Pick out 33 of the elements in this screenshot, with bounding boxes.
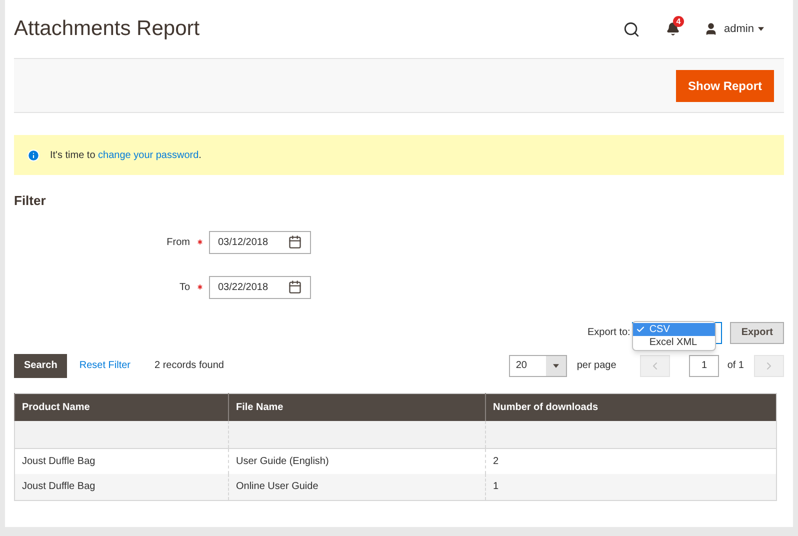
field-label: From: [166, 236, 190, 250]
user-icon: [704, 22, 718, 36]
search-icon[interactable]: [623, 20, 640, 38]
page-number-field[interactable]: 1: [689, 354, 720, 376]
calendar-icon[interactable]: [288, 235, 302, 249]
export-label: Export to:: [588, 326, 630, 340]
show-report-button[interactable]: Show Report: [676, 70, 774, 102]
calendar-icon[interactable]: [288, 280, 302, 294]
table-cell: 1: [486, 474, 776, 500]
user-menu[interactable]: admin: [724, 20, 764, 38]
notice-message: It's time to change your password.: [50, 148, 202, 162]
caret-icon: [552, 364, 559, 368]
change-password-link[interactable]: change your password: [98, 150, 199, 160]
per-page-select[interactable]: 20: [508, 354, 567, 376]
table-cell: Joust Duffle Bag: [14, 474, 228, 500]
per-page-label: per page: [576, 359, 616, 373]
check-icon: [636, 324, 646, 334]
bell-icon[interactable]: [666, 22, 680, 36]
total-pages: of 1: [727, 359, 744, 373]
records-count: 2 records found: [154, 359, 225, 373]
reset-filter-link[interactable]: Reset Filter: [79, 358, 130, 373]
caret-icon: [758, 27, 764, 31]
filter-heading: Filter: [14, 192, 47, 210]
notification-badge: 4: [673, 16, 684, 27]
field-label: To: [178, 280, 190, 294]
export-button[interactable]: Export: [730, 322, 784, 344]
search-button[interactable]: Search: [14, 354, 68, 378]
page-title: Attachments Report: [14, 16, 201, 42]
table-cell: Online User Guide: [228, 474, 486, 500]
dropdown-option[interactable]: Excel XML: [633, 336, 716, 348]
info-icon: [27, 148, 40, 162]
date-field[interactable]: 03/12/2018: [209, 230, 311, 254]
date-field[interactable]: 03/22/2018: [209, 276, 311, 298]
